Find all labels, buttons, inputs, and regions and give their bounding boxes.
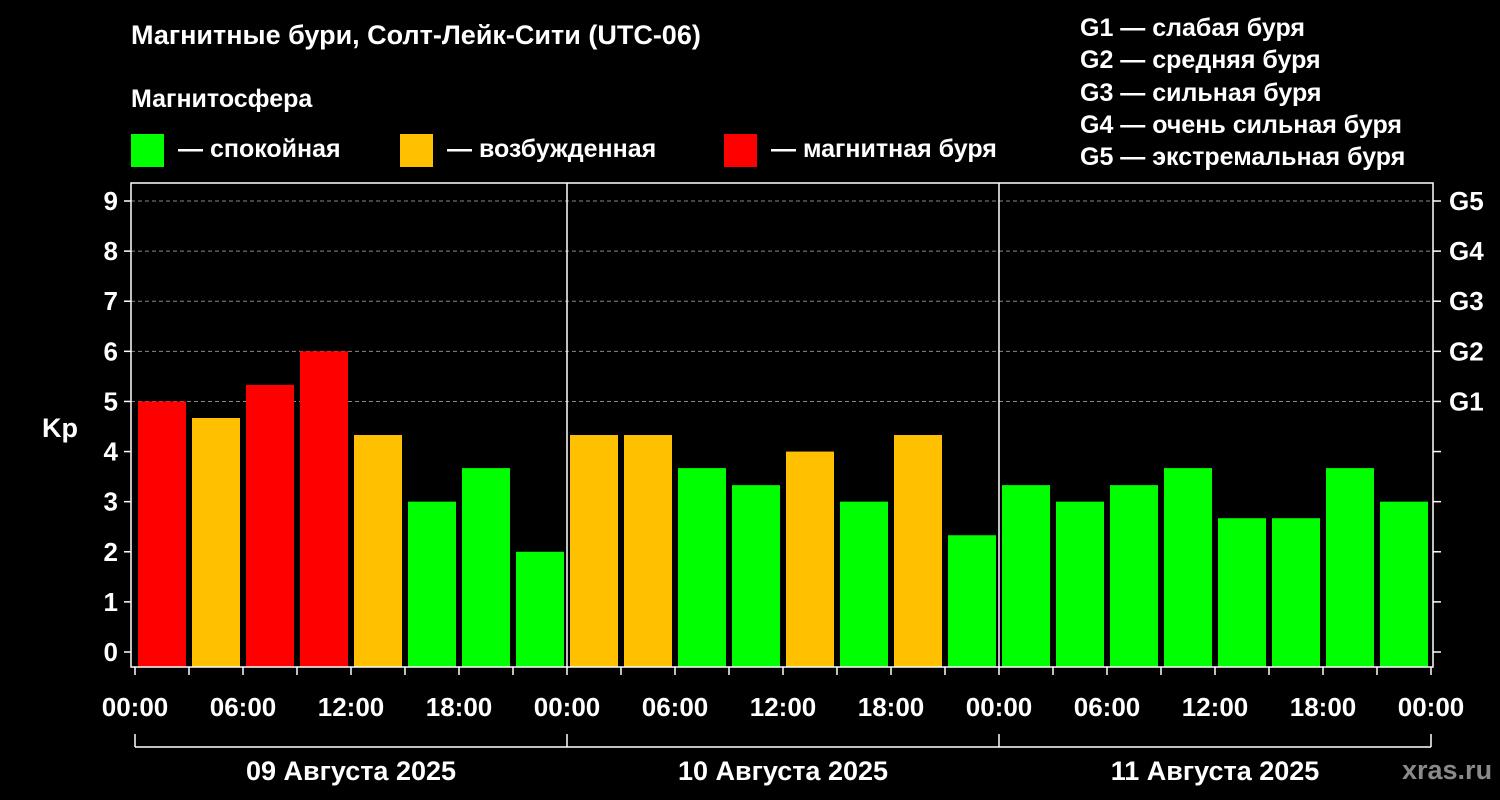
watermark: xras.ru	[1402, 755, 1493, 785]
y-tick-label: 5	[104, 386, 118, 416]
kp-bar	[300, 351, 348, 667]
kp-bar	[570, 435, 618, 667]
kp-bar	[1002, 485, 1050, 667]
y-tick-label: 3	[104, 487, 118, 517]
x-tick-label: 18:00	[1290, 692, 1357, 722]
x-tick-label: 12:00	[318, 692, 385, 722]
kp-bar	[354, 435, 402, 667]
x-tick-label: 00:00	[102, 692, 169, 722]
kp-bar	[192, 417, 240, 667]
kp-bar	[894, 435, 942, 667]
x-tick-label: 06:00	[210, 692, 277, 722]
kp-bar-chart: 0 1 2 3 4 5 6 7 8 9 G1 G2 G3 G4 G5 Kp 00:00 06:00 12:00 18:…	[42, 182, 1484, 786]
y-tick-label: 6	[104, 336, 118, 366]
kp-bar	[1056, 501, 1104, 667]
kp-bar	[1164, 468, 1212, 667]
g-level-label: G1	[1449, 386, 1484, 416]
date-label: 10 Августа 2025	[678, 756, 888, 786]
kp-bar	[516, 551, 564, 667]
x-tick-label: 12:00	[750, 692, 817, 722]
kp-bar	[678, 468, 726, 667]
date-label: 09 Августа 2025	[246, 756, 456, 786]
kp-bar	[462, 468, 510, 667]
kp-bar	[408, 501, 456, 667]
x-tick-label: 00:00	[1398, 692, 1465, 722]
y-tick-label: 9	[104, 186, 118, 216]
x-tick-label: 18:00	[426, 692, 493, 722]
x-tick-label: 12:00	[1182, 692, 1249, 722]
y-tick-label: 8	[104, 236, 118, 266]
x-tick-label: 06:00	[642, 692, 709, 722]
kp-bar	[732, 485, 780, 667]
x-tick-label: 00:00	[534, 692, 601, 722]
y-tick-label: 4	[104, 437, 119, 467]
kp-bar	[840, 501, 888, 667]
kp-bar	[1326, 468, 1374, 667]
y-tick-label: 0	[104, 637, 118, 667]
x-tick-label: 18:00	[858, 692, 925, 722]
kp-bar	[1218, 518, 1266, 667]
y-axis-label: Kp	[42, 413, 78, 443]
g-level-label: G2	[1449, 336, 1484, 366]
kp-bar	[624, 435, 672, 667]
x-tick-label: 00:00	[966, 692, 1033, 722]
x-tick-label: 06:00	[1074, 692, 1141, 722]
g-level-label: G5	[1449, 186, 1484, 216]
g-level-label: G3	[1449, 286, 1484, 316]
kp-bar	[246, 384, 294, 667]
kp-bar	[786, 451, 834, 667]
date-label: 11 Августа 2025	[1111, 756, 1320, 786]
kp-bar	[1272, 518, 1320, 667]
y-tick-label: 7	[104, 286, 118, 316]
kp-bar	[948, 535, 996, 667]
kp-bar	[1110, 485, 1158, 667]
y-tick-label: 2	[104, 537, 118, 567]
kp-bar	[1380, 501, 1428, 667]
y-tick-label: 1	[104, 587, 118, 617]
g-level-label: G4	[1449, 236, 1484, 266]
kp-bar	[138, 401, 186, 667]
